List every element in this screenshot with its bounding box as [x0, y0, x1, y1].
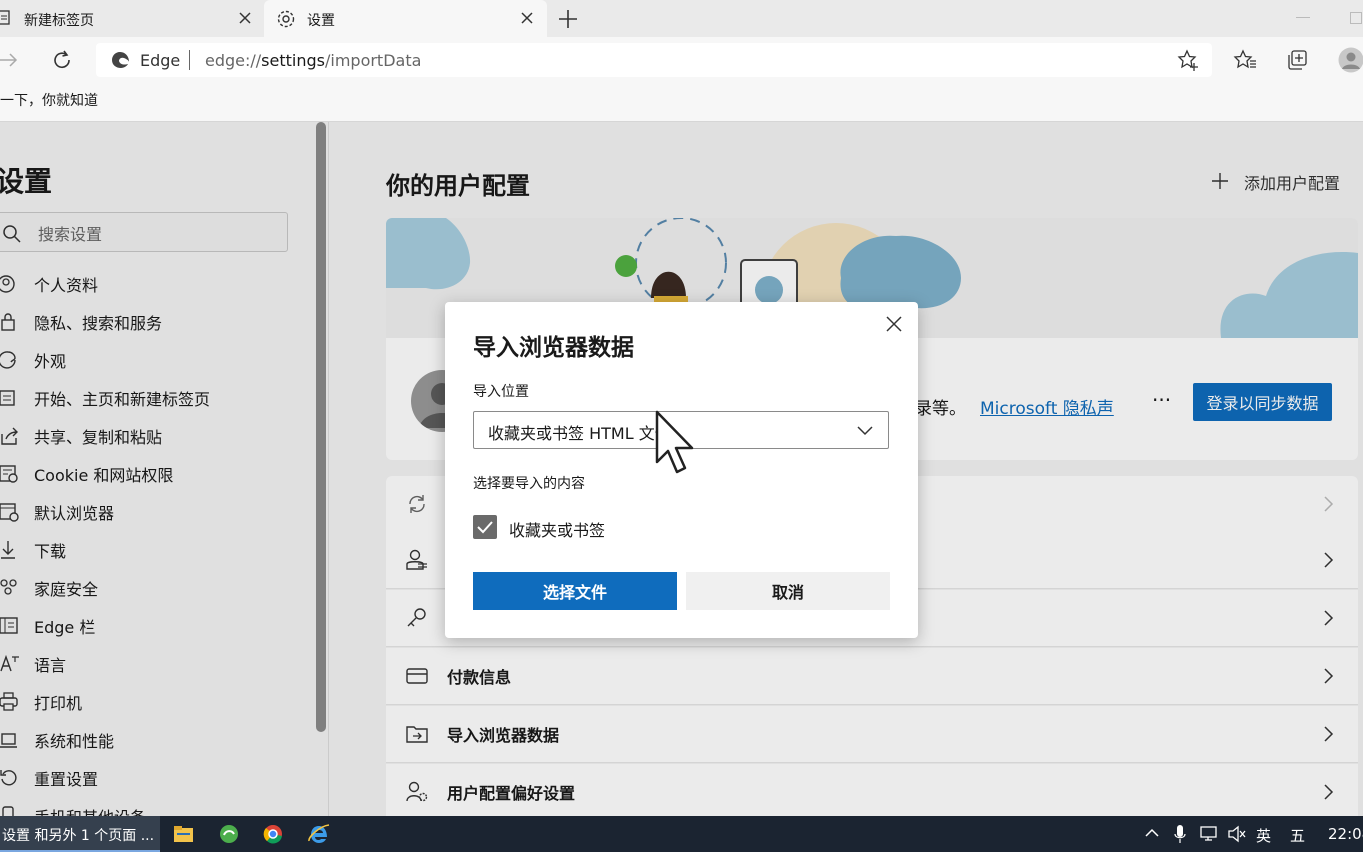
volume-muted-icon[interactable] [1227, 825, 1247, 843]
chevron-down-icon [856, 424, 874, 436]
cancel-button[interactable]: 取消 [686, 572, 890, 610]
taskbar-active-window[interactable]: 设置 和另外 1 个页面 ... [0, 816, 160, 852]
collections-icon[interactable] [1286, 49, 1308, 71]
gear-icon [276, 9, 296, 29]
profile-avatar-icon[interactable] [1338, 47, 1363, 73]
app-green-icon[interactable] [219, 824, 239, 844]
favorites-bar [0, 84, 1363, 122]
taskbar-window-label: 设置 和另外 1 个页面 ... [2, 828, 155, 844]
tab-settings[interactable]: 设置 [264, 0, 547, 37]
address-separator [189, 50, 190, 70]
import-content-label: 选择要导入的内容 [473, 476, 585, 492]
close-tab-icon[interactable] [236, 9, 254, 27]
chrome-icon[interactable] [263, 824, 283, 844]
internet-explorer-icon[interactable] [308, 823, 330, 845]
tab-title: 设置 [307, 13, 335, 29]
dialog-title: 导入浏览器数据 [473, 335, 634, 361]
minimize-icon[interactable] [1296, 17, 1310, 19]
forward-icon[interactable] [0, 50, 20, 70]
site-label: Edge [140, 51, 181, 70]
import-location-value: 收藏夹或书签 HTML 文件 [488, 424, 671, 443]
microphone-icon[interactable] [1174, 825, 1186, 843]
mouse-cursor-icon [653, 410, 697, 476]
close-tab-icon[interactable] [518, 9, 536, 27]
checkmark-icon [477, 521, 493, 534]
favorites-checkbox-label[interactable]: 收藏夹或书签 [509, 517, 605, 541]
network-icon[interactable] [1200, 825, 1220, 843]
taskbar: 设置 和另外 1 个页面 ... 英 五 22:08 [0, 816, 1363, 852]
tab-new-tab[interactable]: 新建标签页 [0, 0, 262, 37]
tab-title: 新建标签页 [24, 13, 94, 29]
ime-mode[interactable]: 五 [1290, 825, 1305, 846]
close-icon[interactable] [885, 315, 903, 333]
edge-logo-icon [111, 50, 131, 70]
new-tab-page-icon [0, 10, 12, 26]
new-tab-button[interactable] [556, 7, 580, 31]
refresh-icon[interactable] [51, 49, 73, 71]
favorites-checkbox[interactable] [473, 515, 497, 539]
tray-expand-icon[interactable] [1144, 825, 1160, 841]
favorite-link[interactable]: 一下，你就知道 [0, 90, 98, 110]
import-location-label: 导入位置 [473, 384, 529, 400]
favorites-icon[interactable] [1233, 49, 1257, 71]
file-explorer-icon[interactable] [174, 825, 194, 843]
maximize-icon[interactable] [1350, 12, 1362, 24]
add-favorite-icon[interactable] [1177, 49, 1199, 71]
choose-file-button[interactable]: 选择文件 [473, 572, 677, 610]
clock-time[interactable]: 22:08 [1328, 825, 1363, 843]
url-text[interactable]: edge://settings/importData [205, 51, 421, 70]
ime-language[interactable]: 英 [1256, 825, 1271, 846]
